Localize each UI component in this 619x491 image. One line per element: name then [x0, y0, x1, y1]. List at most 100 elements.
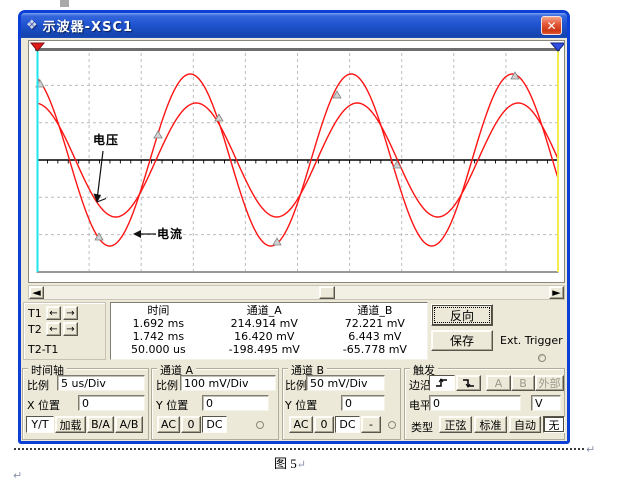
close-button[interactable]: ✕ — [541, 16, 562, 35]
channel-b-ypos-label: Y 位置 — [285, 399, 318, 412]
t2-right-icon: → — [66, 323, 75, 335]
trigger-level-input[interactable]: 0 — [429, 395, 521, 411]
trigger-type-label: 类型 — [411, 421, 433, 434]
trigger-level-unit[interactable]: V — [531, 395, 561, 411]
channel-a-scale-label: 比例 — [156, 379, 178, 392]
current-arrowhead — [133, 230, 141, 238]
t1-time: 1.692 ms — [132, 317, 185, 330]
reverse-button[interactable]: 反向 — [431, 304, 493, 326]
t1-right-icon: → — [66, 307, 75, 319]
falling-edge-button[interactable] — [456, 375, 481, 391]
diff-channel-b: -65.778 mV — [342, 343, 407, 356]
timebase-scale-input[interactable]: 5 us/Div — [57, 375, 145, 391]
oscilloscope-icon: ❖ — [26, 18, 38, 33]
scroll-right-button[interactable]: ► — [549, 286, 564, 299]
channel-a-dc-button[interactable]: DC — [202, 416, 227, 433]
rising-edge-button[interactable] — [429, 375, 455, 391]
channel-a-ac-button[interactable]: AC — [157, 416, 180, 433]
title-bar[interactable]: ❖ 示波器-XSC1 ✕ — [21, 13, 567, 38]
timebase-xpos-label: X 位置 — [27, 399, 61, 412]
ext-trigger-terminal[interactable] — [538, 354, 546, 362]
t2-t1-label: T2-T1 — [28, 343, 59, 356]
page-margin-mark — [60, 0, 69, 7]
trigger-source-ext-button[interactable]: 外部 — [535, 375, 564, 391]
trigger-type-sine-button[interactable]: 正弦 — [439, 416, 472, 433]
readout-header-channel-b: 通道_B — [357, 304, 393, 317]
channel-b-scale-label: 比例 — [285, 379, 307, 392]
channel-b-ypos-input[interactable]: 0 — [341, 395, 385, 411]
falling-edge-icon — [462, 379, 474, 388]
trigger-source-a-button[interactable]: A — [486, 375, 511, 391]
t1-label: T1 — [28, 307, 42, 320]
save-button[interactable]: 保存 — [431, 330, 493, 351]
channel-a-terminal[interactable] — [256, 421, 264, 429]
oscilloscope-window: ❖ 示波器-XSC1 ✕ 电压 电流 ◄ ► T1 ← → T2 ← → T2-… — [18, 10, 570, 444]
mode-yt-button[interactable]: Y/T — [26, 416, 54, 433]
diff-time: 50.000 us — [131, 343, 186, 356]
current-annotation: 电流 — [157, 227, 184, 241]
t2-channel-a: 16.420 mV — [234, 330, 295, 343]
channel-a-scale-input[interactable]: 100 mV/Div — [180, 375, 276, 391]
paragraph-mark: ↵ — [296, 459, 306, 471]
channel-b-dc-button[interactable]: DC — [335, 416, 360, 433]
trigger-type-auto-button[interactable]: 自动 — [509, 416, 541, 433]
scope-plot — [29, 42, 567, 273]
mode-ab-button[interactable]: A/B — [115, 416, 143, 433]
scroll-right-icon: ► — [552, 286, 561, 299]
client-area: 电压 电流 ◄ ► T1 ← → T2 ← → T2-T1 时间 通道_A 通道… — [21, 38, 567, 441]
trigger-type-none-button[interactable]: 无 — [543, 416, 565, 433]
channel-b-minus-button[interactable]: - — [361, 416, 381, 433]
readout-table: 时间 通道_A 通道_B 1.692 ms 214.914 mV 72.221 … — [111, 304, 427, 356]
channel-b-group: 通道 B 比例 50 mV/Div Y 位置 0 AC 0 DC - — [282, 362, 401, 440]
channel-b-ac-button[interactable]: AC — [289, 416, 313, 433]
scroll-left-icon: ◄ — [32, 286, 41, 299]
document-dashed-boundary — [14, 448, 584, 450]
trigger-level-label: 电平 — [409, 399, 431, 412]
t2-left-icon: ← — [49, 323, 58, 335]
mode-add-button[interactable]: 加载 — [55, 416, 86, 433]
cursor-readout: 时间 通道_A 通道_B 1.692 ms 214.914 mV 72.221 … — [110, 302, 428, 360]
cursor-panel: T1 ← → T2 ← → T2-T1 — [23, 302, 106, 360]
paragraph-mark: ↵ — [586, 443, 596, 456]
readout-row-t2-t1: 50.000 us -198.495 mV -65.778 mV — [111, 343, 427, 356]
t1-right-button[interactable]: → — [63, 306, 78, 320]
caption-text: 图 5 — [274, 456, 297, 471]
mode-ba-button[interactable]: B/A — [87, 416, 114, 433]
window-title: 示波器-XSC1 — [42, 20, 134, 35]
readout-header-time: 时间 — [147, 304, 170, 317]
horizontal-scrollbar[interactable]: ◄ ► — [28, 285, 565, 300]
t1-left-icon: ← — [49, 307, 58, 319]
channel-a-zero-button[interactable]: 0 — [181, 416, 201, 433]
scope-display: 电压 电流 — [28, 40, 567, 283]
voltage-annotation: 电压 — [93, 133, 120, 147]
scroll-left-button[interactable]: ◄ — [29, 286, 44, 299]
channel-b-terminal[interactable] — [388, 421, 396, 429]
channel-a-ypos-input[interactable]: 0 — [202, 395, 269, 411]
t1-channel-b: 72.221 mV — [344, 317, 405, 330]
readout-row-t2: 1.742 ms 16.420 mV 6.443 mV — [111, 330, 427, 343]
channel-b-scale-input[interactable]: 50 mV/Div — [306, 375, 385, 391]
trace-marker — [153, 130, 163, 139]
trigger-type-normal-button[interactable]: 标准 — [474, 416, 507, 433]
timebase-xpos-input[interactable]: 0 — [78, 395, 145, 411]
rising-edge-icon — [436, 378, 447, 387]
channel-a-ypos-label: Y 位置 — [156, 399, 189, 412]
readout-row-t1: 1.692 ms 214.914 mV 72.221 mV — [111, 317, 427, 330]
t2-right-button[interactable]: → — [63, 322, 78, 336]
voltage-arrow — [96, 150, 104, 197]
t2-channel-b: 6.443 mV — [348, 330, 402, 343]
t2-time: 1.742 ms — [132, 330, 185, 343]
ext-trigger-label: Ext. Trigger — [500, 334, 563, 347]
trigger-group: 触发 边沿 A B 外部 电平 0 V 类型 正弦 标准 自动 无 — [404, 362, 565, 440]
channel-b-zero-button[interactable]: 0 — [314, 416, 334, 433]
timebase-group: 时间轴 比例 5 us/Div X 位置 0 Y/T 加载 B/A A/B — [22, 362, 149, 440]
t1-left-button[interactable]: ← — [46, 306, 61, 320]
t2-left-button[interactable]: ← — [46, 322, 61, 336]
figure-caption: 图 5↵ — [230, 453, 350, 472]
readout-header-channel-a: 通道_A — [246, 304, 282, 317]
word-page: ❖ 示波器-XSC1 ✕ 电压 电流 ◄ ► T1 ← → T2 ← → T2-… — [0, 0, 619, 491]
trigger-edge-label: 边沿 — [409, 379, 431, 392]
diff-channel-a: -198.495 mV — [228, 343, 300, 356]
trigger-source-b-button[interactable]: B — [511, 375, 535, 391]
scrollbar-thumb[interactable] — [319, 286, 335, 299]
